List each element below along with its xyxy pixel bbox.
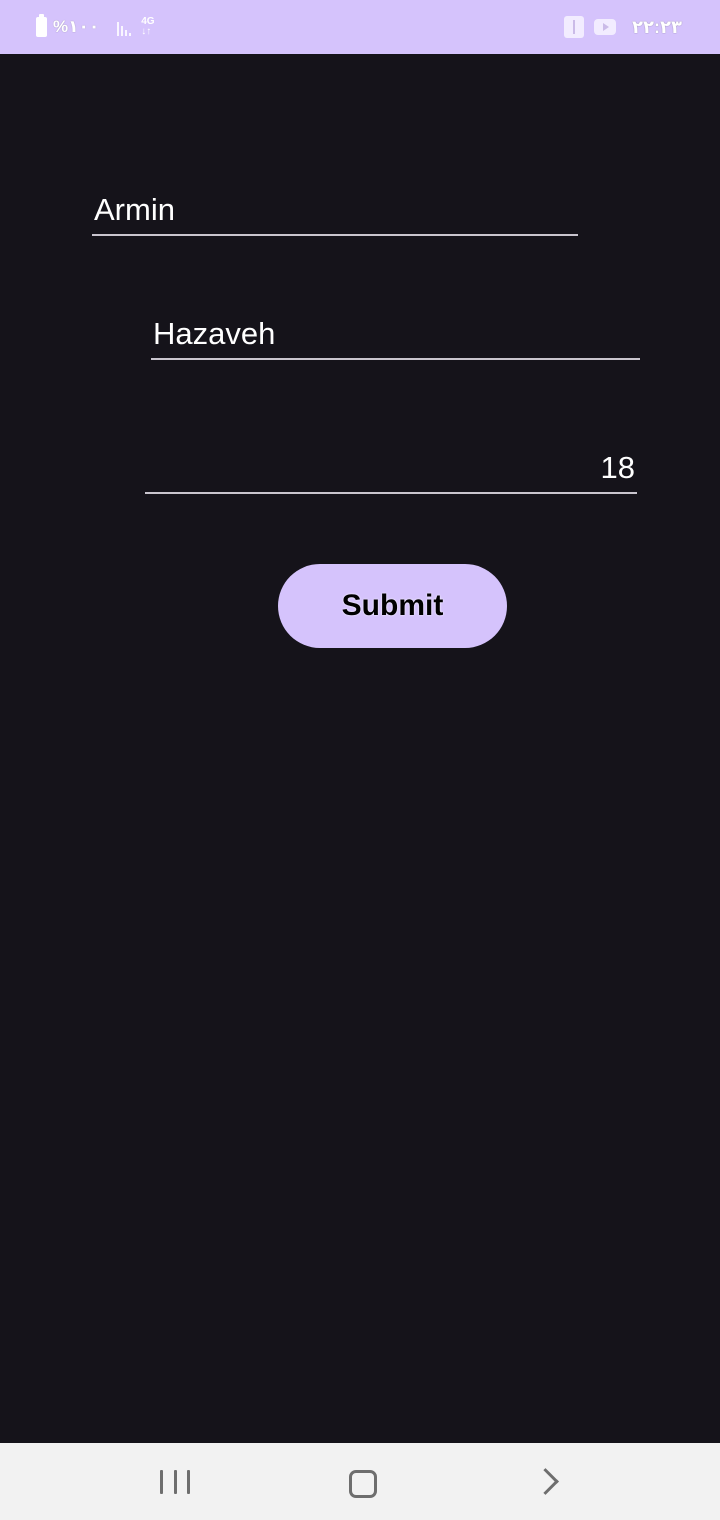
status-bar: %۱۰۰ 4G ↓↑ ۲۲:۲۳ bbox=[0, 0, 720, 54]
age-field bbox=[145, 446, 637, 494]
recents-icon[interactable] bbox=[160, 1470, 190, 1496]
status-clock: ۲۲:۲۳ bbox=[632, 16, 682, 37]
age-input[interactable] bbox=[145, 446, 637, 490]
app-screen: %۱۰۰ 4G ↓↑ ۲۲:۲۳ Submit bbox=[0, 0, 720, 1520]
submit-button[interactable]: Submit bbox=[278, 564, 507, 648]
signal-icon bbox=[117, 18, 132, 36]
status-right: ۲۲:۲۳ bbox=[564, 14, 682, 40]
battery-icon bbox=[36, 14, 47, 37]
youtube-icon bbox=[594, 19, 617, 35]
navigation-bar bbox=[0, 1443, 720, 1520]
battery-percentage: %۱۰۰ bbox=[53, 17, 100, 36]
network-4g-icon: 4G ↓↑ bbox=[141, 17, 154, 37]
last-name-field bbox=[151, 312, 640, 360]
status-left: %۱۰۰ 4G ↓↑ bbox=[36, 14, 155, 40]
first-name-input[interactable] bbox=[92, 188, 578, 232]
data-arrows-icon: ↓↑ bbox=[141, 26, 152, 37]
last-name-input[interactable] bbox=[151, 312, 640, 356]
first-name-field bbox=[92, 188, 578, 236]
usb-icon bbox=[564, 16, 585, 38]
back-icon[interactable] bbox=[532, 1468, 559, 1495]
home-icon[interactable] bbox=[349, 1470, 377, 1498]
